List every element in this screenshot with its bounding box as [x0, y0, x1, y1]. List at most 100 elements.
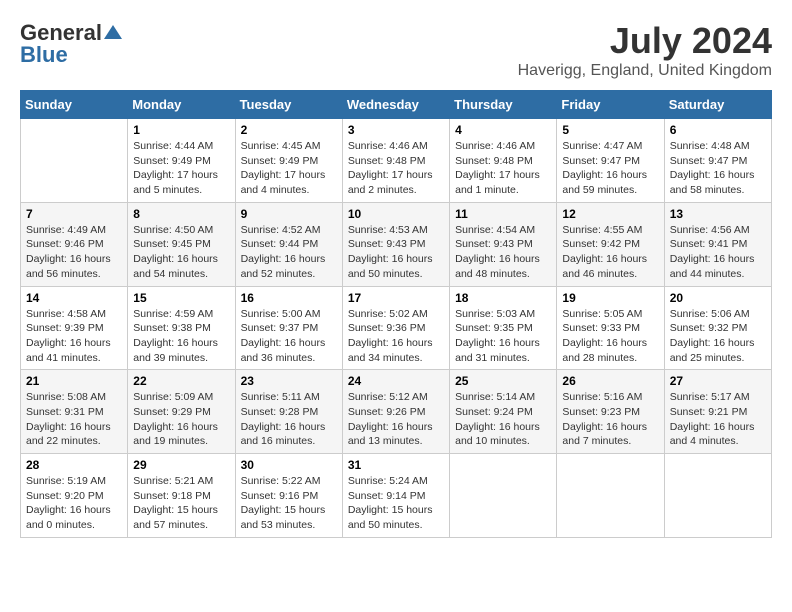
day-sunset: Sunset: 9:48 PM [348, 155, 426, 167]
day-sunset: Sunset: 9:14 PM [348, 490, 426, 502]
day-number: 26 [562, 374, 658, 388]
day-sunset: Sunset: 9:39 PM [26, 322, 104, 334]
day-daylight: Daylight: 16 hours and 31 minutes. [455, 337, 540, 364]
day-sunrise: Sunrise: 5:24 AM [348, 475, 428, 487]
calendar-cell: 28 Sunrise: 5:19 AM Sunset: 9:20 PM Dayl… [21, 454, 128, 538]
day-sunset: Sunset: 9:45 PM [133, 238, 211, 250]
calendar-cell: 24 Sunrise: 5:12 AM Sunset: 9:26 PM Dayl… [342, 370, 449, 454]
day-daylight: Daylight: 16 hours and 58 minutes. [670, 169, 755, 196]
day-number: 9 [241, 207, 337, 221]
day-sunset: Sunset: 9:28 PM [241, 406, 319, 418]
calendar-cell [664, 454, 771, 538]
day-number: 8 [133, 207, 229, 221]
calendar-cell: 29 Sunrise: 5:21 AM Sunset: 9:18 PM Dayl… [128, 454, 235, 538]
day-daylight: Daylight: 16 hours and 7 minutes. [562, 421, 647, 448]
day-sunrise: Sunrise: 4:59 AM [133, 308, 213, 320]
day-sunrise: Sunrise: 5:22 AM [241, 475, 321, 487]
calendar-cell: 9 Sunrise: 4:52 AM Sunset: 9:44 PM Dayli… [235, 202, 342, 286]
day-sunset: Sunset: 9:43 PM [455, 238, 533, 250]
day-sunset: Sunset: 9:36 PM [348, 322, 426, 334]
calendar-cell: 4 Sunrise: 4:46 AM Sunset: 9:48 PM Dayli… [450, 119, 557, 203]
day-daylight: Daylight: 17 hours and 4 minutes. [241, 169, 326, 196]
day-number: 22 [133, 374, 229, 388]
day-sunset: Sunset: 9:21 PM [670, 406, 748, 418]
day-number: 7 [26, 207, 122, 221]
calendar-cell: 31 Sunrise: 5:24 AM Sunset: 9:14 PM Dayl… [342, 454, 449, 538]
calendar-cell: 30 Sunrise: 5:22 AM Sunset: 9:16 PM Dayl… [235, 454, 342, 538]
calendar-cell [21, 119, 128, 203]
calendar-cell: 23 Sunrise: 5:11 AM Sunset: 9:28 PM Dayl… [235, 370, 342, 454]
calendar-cell [450, 454, 557, 538]
day-sunset: Sunset: 9:33 PM [562, 322, 640, 334]
day-sunset: Sunset: 9:47 PM [562, 155, 640, 167]
day-sunrise: Sunrise: 4:58 AM [26, 308, 106, 320]
location-title: Haverigg, England, United Kingdom [518, 62, 772, 80]
day-number: 5 [562, 123, 658, 137]
day-sunset: Sunset: 9:46 PM [26, 238, 104, 250]
day-sunrise: Sunrise: 4:47 AM [562, 140, 642, 152]
calendar-cell: 2 Sunrise: 4:45 AM Sunset: 9:49 PM Dayli… [235, 119, 342, 203]
day-sunrise: Sunrise: 4:56 AM [670, 224, 750, 236]
day-daylight: Daylight: 16 hours and 54 minutes. [133, 253, 218, 280]
day-daylight: Daylight: 16 hours and 25 minutes. [670, 337, 755, 364]
day-sunrise: Sunrise: 5:16 AM [562, 391, 642, 403]
day-sunrise: Sunrise: 4:55 AM [562, 224, 642, 236]
day-daylight: Daylight: 16 hours and 13 minutes. [348, 421, 433, 448]
day-number: 20 [670, 291, 766, 305]
day-daylight: Daylight: 16 hours and 19 minutes. [133, 421, 218, 448]
calendar-cell: 18 Sunrise: 5:03 AM Sunset: 9:35 PM Dayl… [450, 286, 557, 370]
calendar-cell: 15 Sunrise: 4:59 AM Sunset: 9:38 PM Dayl… [128, 286, 235, 370]
calendar-cell: 25 Sunrise: 5:14 AM Sunset: 9:24 PM Dayl… [450, 370, 557, 454]
day-sunrise: Sunrise: 4:49 AM [26, 224, 106, 236]
day-daylight: Daylight: 16 hours and 50 minutes. [348, 253, 433, 280]
day-sunrise: Sunrise: 4:46 AM [348, 140, 428, 152]
calendar-cell: 20 Sunrise: 5:06 AM Sunset: 9:32 PM Dayl… [664, 286, 771, 370]
day-sunrise: Sunrise: 5:03 AM [455, 308, 535, 320]
day-daylight: Daylight: 16 hours and 16 minutes. [241, 421, 326, 448]
weekday-wednesday: Wednesday [342, 91, 449, 119]
calendar-week-4: 21 Sunrise: 5:08 AM Sunset: 9:31 PM Dayl… [21, 370, 772, 454]
day-number: 15 [133, 291, 229, 305]
calendar-cell: 1 Sunrise: 4:44 AM Sunset: 9:49 PM Dayli… [128, 119, 235, 203]
day-number: 12 [562, 207, 658, 221]
day-daylight: Daylight: 16 hours and 0 minutes. [26, 504, 111, 531]
day-sunrise: Sunrise: 4:50 AM [133, 224, 213, 236]
day-number: 25 [455, 374, 551, 388]
day-daylight: Daylight: 15 hours and 53 minutes. [241, 504, 326, 531]
day-number: 24 [348, 374, 444, 388]
calendar-week-2: 7 Sunrise: 4:49 AM Sunset: 9:46 PM Dayli… [21, 202, 772, 286]
day-daylight: Daylight: 16 hours and 46 minutes. [562, 253, 647, 280]
day-sunrise: Sunrise: 5:02 AM [348, 308, 428, 320]
day-sunset: Sunset: 9:47 PM [670, 155, 748, 167]
day-sunrise: Sunrise: 5:00 AM [241, 308, 321, 320]
day-number: 14 [26, 291, 122, 305]
day-sunset: Sunset: 9:16 PM [241, 490, 319, 502]
day-sunset: Sunset: 9:37 PM [241, 322, 319, 334]
day-sunrise: Sunrise: 5:11 AM [241, 391, 320, 403]
day-sunset: Sunset: 9:31 PM [26, 406, 104, 418]
day-sunset: Sunset: 9:32 PM [670, 322, 748, 334]
calendar-cell: 11 Sunrise: 4:54 AM Sunset: 9:43 PM Dayl… [450, 202, 557, 286]
day-sunset: Sunset: 9:44 PM [241, 238, 319, 250]
day-sunrise: Sunrise: 5:19 AM [26, 475, 106, 487]
day-daylight: Daylight: 16 hours and 41 minutes. [26, 337, 111, 364]
day-sunrise: Sunrise: 4:48 AM [670, 140, 750, 152]
calendar-cell: 26 Sunrise: 5:16 AM Sunset: 9:23 PM Dayl… [557, 370, 664, 454]
day-sunrise: Sunrise: 5:17 AM [670, 391, 750, 403]
day-number: 1 [133, 123, 229, 137]
day-sunset: Sunset: 9:29 PM [133, 406, 211, 418]
day-sunrise: Sunrise: 5:06 AM [670, 308, 750, 320]
day-number: 18 [455, 291, 551, 305]
day-daylight: Daylight: 17 hours and 5 minutes. [133, 169, 218, 196]
calendar-week-1: 1 Sunrise: 4:44 AM Sunset: 9:49 PM Dayli… [21, 119, 772, 203]
day-number: 27 [670, 374, 766, 388]
day-sunset: Sunset: 9:38 PM [133, 322, 211, 334]
day-number: 4 [455, 123, 551, 137]
weekday-sunday: Sunday [21, 91, 128, 119]
calendar-cell: 8 Sunrise: 4:50 AM Sunset: 9:45 PM Dayli… [128, 202, 235, 286]
day-sunrise: Sunrise: 4:52 AM [241, 224, 321, 236]
day-daylight: Daylight: 16 hours and 39 minutes. [133, 337, 218, 364]
calendar-cell: 21 Sunrise: 5:08 AM Sunset: 9:31 PM Dayl… [21, 370, 128, 454]
calendar-cell: 7 Sunrise: 4:49 AM Sunset: 9:46 PM Dayli… [21, 202, 128, 286]
day-daylight: Daylight: 16 hours and 4 minutes. [670, 421, 755, 448]
